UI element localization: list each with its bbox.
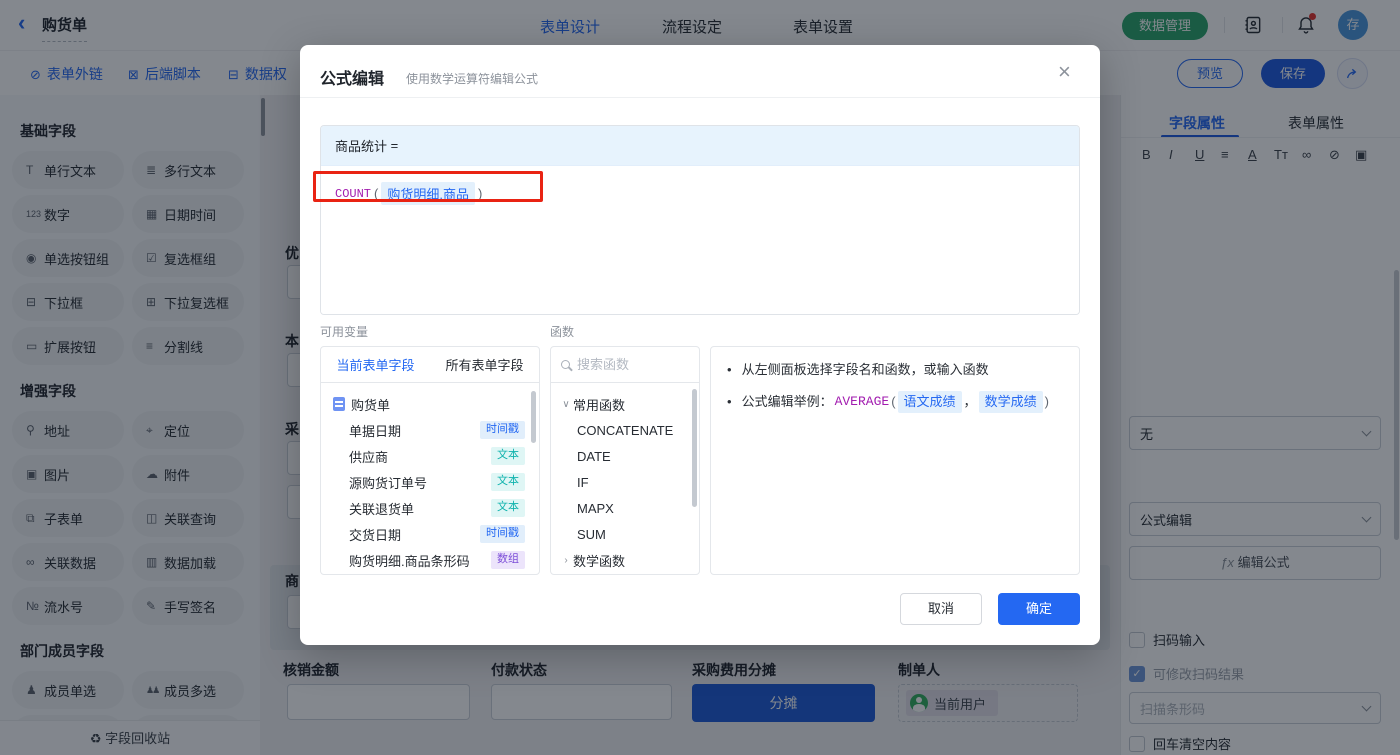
formula-target-field: 商品统计	[335, 136, 387, 155]
function-search-input[interactable]	[577, 357, 677, 372]
modal-subtitle: 使用数学运算符编辑公式	[406, 70, 538, 87]
tab-all-form-fields[interactable]: 所有表单字段	[430, 355, 539, 374]
function-group-common[interactable]: ∨常用函数	[551, 391, 699, 417]
type-badge: 文本	[491, 499, 525, 516]
function-item[interactable]: IF	[551, 469, 699, 495]
formula-target-bar: 商品统计 =	[321, 126, 1079, 166]
formula-tips-panel: •从左侧面板选择字段名和函数，或输入函数 •公式编辑举例：AVERAGE( 语文…	[710, 346, 1080, 575]
variables-section-label: 可用变量	[320, 323, 368, 340]
cancel-button[interactable]: 取消	[900, 593, 982, 625]
variable-item[interactable]: 供应商文本	[321, 443, 539, 469]
functions-panel: ∨常用函数 CONCATENATE DATE IF MAPX SUM ›数学函数…	[550, 346, 700, 575]
tip-line-2: •公式编辑举例：AVERAGE( 语文成绩， 数学成绩 )	[727, 391, 1063, 413]
variable-item[interactable]: 交货日期时间戳	[321, 521, 539, 547]
function-item[interactable]: SUM	[551, 521, 699, 547]
search-icon	[561, 360, 570, 369]
formula-edit-modal: 公式编辑 使用数学运算符编辑公式 × 商品统计 = COUNT( 购货明细.商品…	[300, 45, 1100, 645]
bullet-icon: •	[727, 361, 732, 379]
type-badge: 文本	[491, 473, 525, 490]
type-badge: 时间戳	[480, 525, 525, 542]
document-icon	[333, 397, 345, 411]
formula-editor: 商品统计 = COUNT( 购货明细.商品 )	[320, 125, 1080, 315]
function-item[interactable]: CONCATENATE	[551, 417, 699, 443]
tip-line-1: •从左侧面板选择字段名和函数，或输入函数	[727, 361, 1063, 379]
functions-scrollbar[interactable]	[692, 389, 697, 507]
equals-sign: =	[391, 138, 399, 153]
type-badge: 数组	[491, 551, 525, 568]
variables-panel: 当前表单字段 所有表单字段 购货单 单据日期时间戳 供应商文本 源购货订单号文本…	[320, 346, 540, 575]
variable-item[interactable]: 源购货订单号文本	[321, 469, 539, 495]
caret-down-icon: ∨	[559, 399, 573, 410]
function-item[interactable]: MAPX	[551, 495, 699, 521]
divider	[300, 97, 1100, 98]
function-item[interactable]: DATE	[551, 443, 699, 469]
function-group-text[interactable]: ›文本函数	[551, 573, 699, 575]
bullet-icon: •	[727, 393, 732, 411]
red-annotation-box	[313, 171, 543, 202]
variable-item[interactable]: 关联退货单文本	[321, 495, 539, 521]
variable-item[interactable]: 购货明细.商品条形码数组	[321, 547, 539, 573]
variable-root-node[interactable]: 购货单	[321, 391, 539, 417]
close-icon[interactable]: ×	[1058, 59, 1071, 85]
variables-tabs: 当前表单字段 所有表单字段	[321, 347, 539, 383]
functions-section-label: 函数	[550, 323, 574, 340]
function-search	[551, 347, 699, 383]
type-badge: 文本	[491, 447, 525, 464]
type-badge: 时间戳	[480, 421, 525, 438]
app-window: ‹ 购货单 表单设计 流程设定 表单设置 数据管理 存 ⊘表单外链 ⊠后端脚本 …	[0, 0, 1400, 755]
confirm-button[interactable]: 确定	[998, 593, 1080, 625]
variables-scrollbar[interactable]	[531, 391, 536, 443]
modal-title: 公式编辑	[320, 65, 384, 89]
tab-current-form-fields[interactable]: 当前表单字段	[321, 355, 430, 374]
variable-item[interactable]: 单据日期时间戳	[321, 417, 539, 443]
function-group-math[interactable]: ›数学函数	[551, 547, 699, 573]
caret-right-icon: ›	[559, 555, 573, 566]
